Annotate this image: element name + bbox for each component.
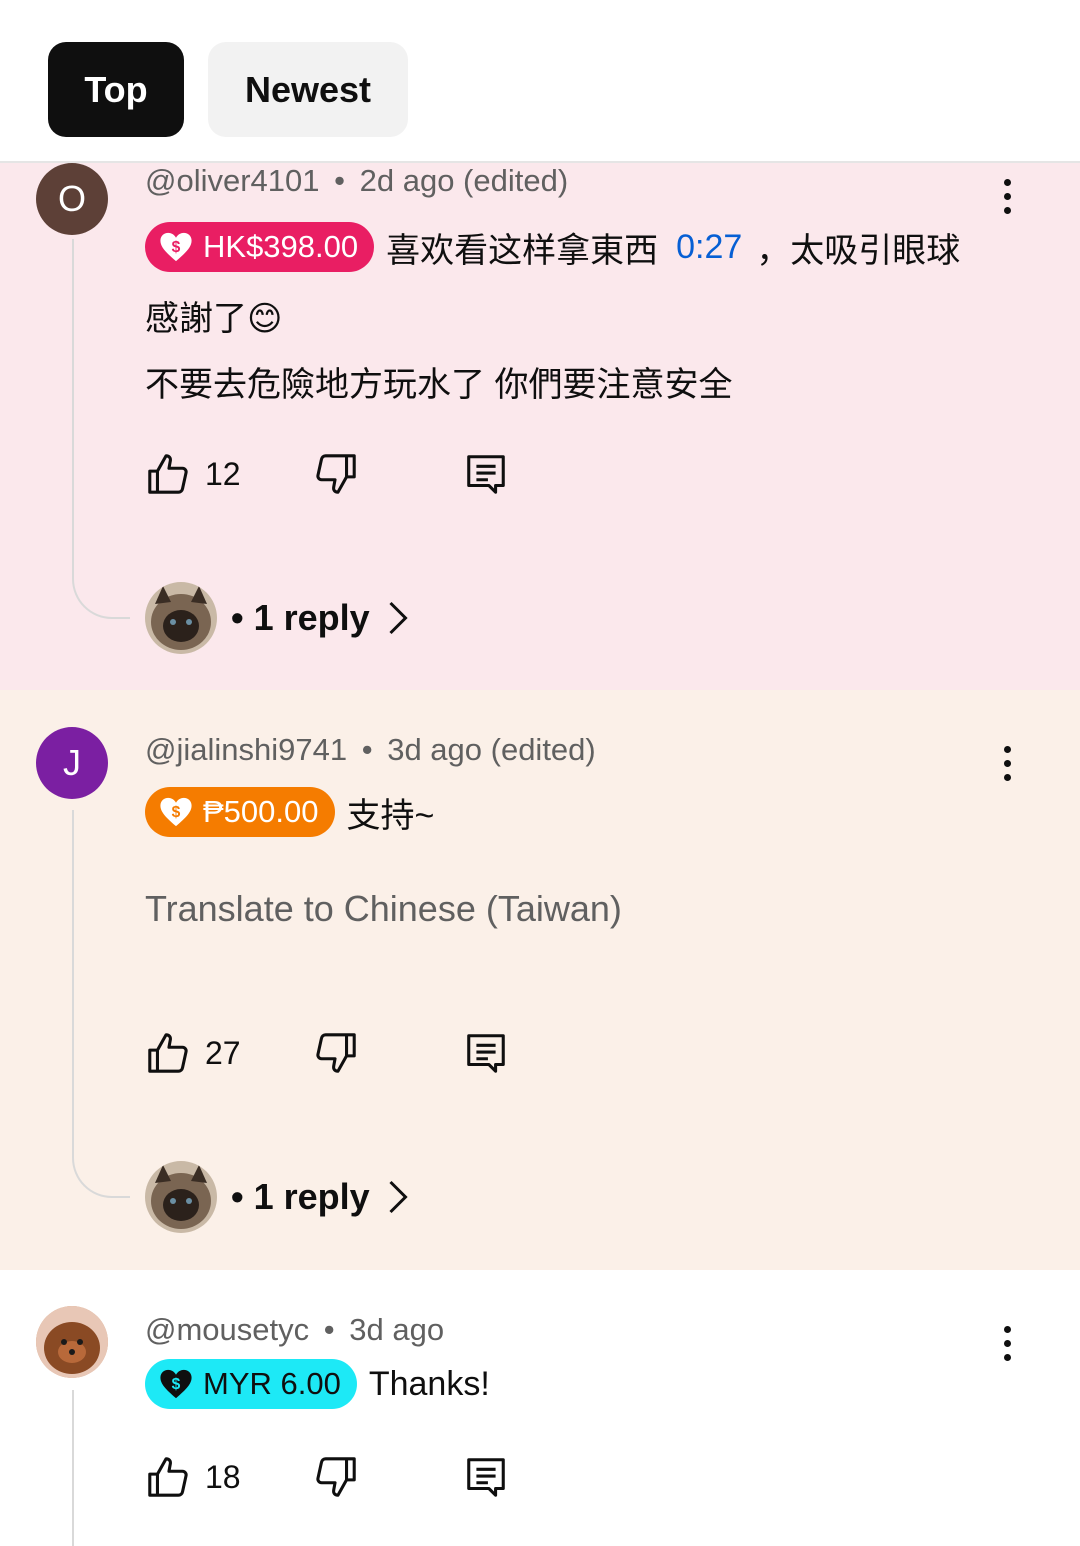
avatar-letter: J	[63, 742, 81, 783]
avatar[interactable]	[36, 1306, 108, 1378]
avatar[interactable]: O	[36, 163, 108, 235]
chevron-right-icon	[389, 601, 408, 635]
dislike-button[interactable]	[313, 451, 359, 497]
super-thanks-badge: $ HK$398.00	[145, 222, 375, 272]
comment-text: Thanks!	[368, 1364, 490, 1403]
comment-text: 喜欢看这样拿東西	[386, 231, 659, 270]
comment-meta: @mousetyc • 3d ago	[145, 1312, 444, 1348]
comment-time: 3d ago	[349, 1312, 445, 1347]
thumbs-down-icon	[316, 1457, 356, 1497]
meta-separator: •	[334, 163, 345, 198]
avatar[interactable]: J	[36, 727, 108, 799]
avatar-letter: O	[57, 178, 86, 219]
reply-button[interactable]	[463, 1454, 509, 1500]
reply-button[interactable]	[463, 1030, 509, 1076]
author-name[interactable]: @oliver4101	[145, 163, 320, 198]
comment-text: 支持~	[346, 796, 435, 835]
like-count: 27	[205, 1034, 241, 1071]
thumbs-down-icon	[316, 1033, 356, 1073]
more-options-button[interactable]	[996, 1322, 1020, 1366]
comment-text-line3: 不要去危險地方玩水了 你們要注意安全	[145, 366, 733, 404]
reply-button[interactable]	[463, 451, 509, 497]
comment-actions: 12	[145, 451, 525, 501]
author-name[interactable]: @jialinshi9741	[145, 732, 347, 767]
comment-meta: @jialinshi9741 • 3d ago (edited)	[145, 732, 596, 768]
svg-text:$: $	[172, 239, 181, 256]
tab-newest[interactable]: Newest	[208, 42, 408, 137]
author-name[interactable]: @mousetyc	[145, 1312, 309, 1347]
view-replies[interactable]: • 1 reply	[145, 582, 412, 654]
comment-time: 3d ago (edited)	[387, 732, 596, 767]
comment-text-line1: $ MYR 6.00 Thanks!	[145, 1359, 490, 1409]
badge-amount: HK$398.00	[203, 229, 359, 264]
meta-separator: •	[323, 1312, 335, 1347]
reply-count-label: 1 reply	[253, 1176, 370, 1217]
thread-curve	[72, 1158, 130, 1198]
comment-text-line2: 感謝了😊	[145, 300, 283, 338]
cat-avatar-icon	[145, 582, 217, 654]
tab-top[interactable]: Top	[48, 42, 184, 137]
more-options-button[interactable]	[996, 742, 1020, 786]
comment-icon	[467, 1034, 505, 1073]
dislike-button[interactable]	[313, 1454, 359, 1500]
comment-jialinshi: J @jialinshi9741 • 3d ago (edited) $ ₱50…	[0, 690, 1080, 1270]
dog-avatar-icon	[36, 1306, 108, 1378]
thumbs-up-icon	[148, 1457, 188, 1497]
comment-text-line1: $ HK$398.00 喜欢看这样拿東西 0:27 ，太吸引眼球	[145, 222, 960, 272]
super-thanks-badge: $ ₱500.00	[145, 787, 335, 837]
comment-mousetyc: @mousetyc • 3d ago $ MYR 6.00 Thanks! 18	[0, 1270, 1080, 1546]
like-count: 12	[205, 455, 241, 492]
thread-line	[72, 239, 74, 579]
heart-dollar-icon: $	[160, 232, 192, 262]
comment-icon	[467, 1458, 505, 1497]
thread-curve	[72, 579, 130, 619]
timestamp-link[interactable]: 0:27	[676, 228, 742, 267]
badge-amount: MYR 6.00	[203, 1366, 341, 1401]
reply-avatar	[145, 582, 217, 654]
reply-avatar	[145, 1161, 217, 1233]
heart-dollar-icon: $	[160, 1369, 192, 1399]
super-thanks-badge: $ MYR 6.00	[145, 1359, 357, 1409]
thumbs-up-icon	[148, 1033, 188, 1073]
reply-count-label: 1 reply	[253, 597, 370, 638]
translate-link[interactable]: Translate to Chinese (Taiwan)	[145, 888, 622, 930]
reply-separator: •	[231, 597, 244, 638]
dislike-button[interactable]	[313, 1030, 359, 1076]
thread-line	[72, 1390, 74, 1546]
thread-line	[72, 810, 74, 1158]
like-button[interactable]: 18	[145, 1454, 241, 1500]
reply-separator: •	[231, 1176, 244, 1217]
svg-text:$: $	[172, 1376, 181, 1393]
comment-meta: @oliver4101 • 2d ago (edited)	[145, 163, 568, 199]
chevron-right-icon	[389, 1180, 408, 1214]
view-replies[interactable]: • 1 reply	[145, 1161, 412, 1233]
cat-avatar-icon	[145, 1161, 217, 1233]
comment-actions: 18	[145, 1454, 525, 1504]
like-count: 18	[205, 1458, 241, 1495]
like-button[interactable]: 12	[145, 451, 241, 497]
comment-icon	[467, 455, 505, 494]
comment-text-continued: ，太吸引眼球	[756, 231, 961, 270]
thumbs-down-icon	[316, 454, 356, 494]
meta-separator: •	[361, 732, 373, 767]
comment-oliver: O @oliver4101 • 2d ago (edited) $ HK$398…	[0, 163, 1080, 690]
like-button[interactable]: 27	[145, 1030, 241, 1076]
sort-bar: Top Newest	[0, 0, 1080, 163]
svg-text:$: $	[172, 804, 181, 821]
comment-text-line1: $ ₱500.00 支持~	[145, 787, 434, 837]
comment-actions: 27	[145, 1030, 525, 1080]
badge-amount: ₱500.00	[203, 794, 319, 829]
thumbs-up-icon	[148, 454, 188, 494]
heart-dollar-icon: $	[160, 797, 192, 827]
comment-time: 2d ago (edited)	[359, 163, 569, 198]
more-options-button[interactable]	[996, 175, 1020, 219]
